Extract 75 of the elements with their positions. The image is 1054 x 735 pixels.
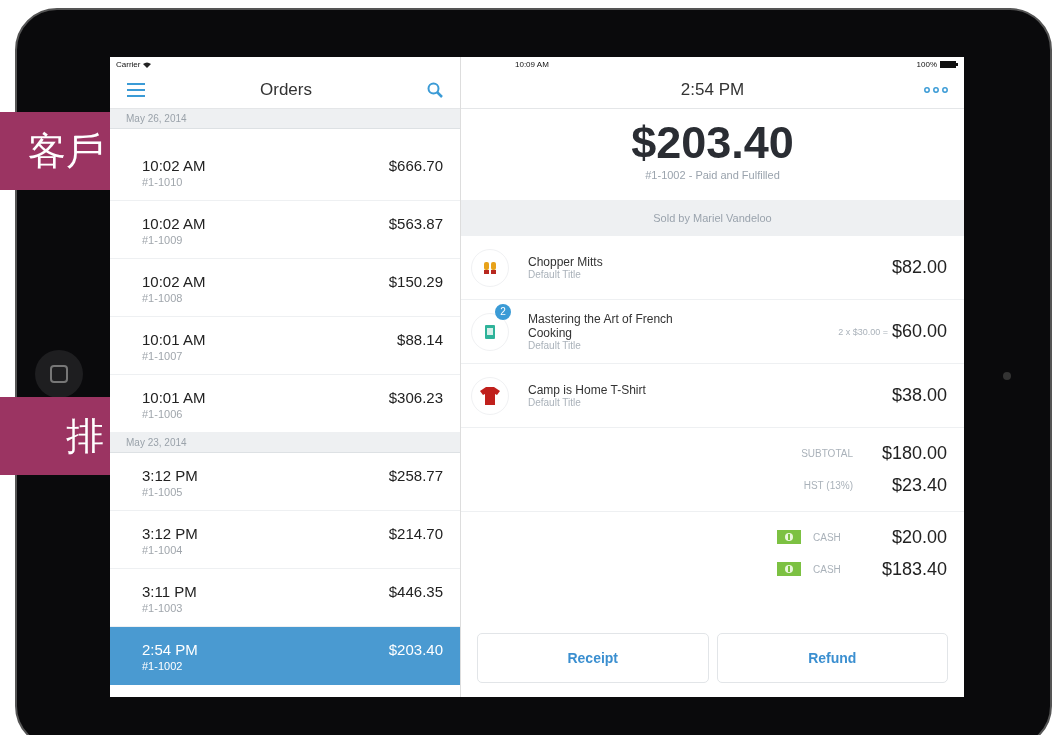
pane-title: 2:54 PM — [680, 80, 745, 100]
item-price: $82.00 — [891, 257, 947, 278]
total-label: SUBTOTAL — [800, 447, 853, 459]
order-time: 3:12 PM — [142, 467, 198, 484]
order-time: 10:02 AM — [142, 215, 206, 232]
total-amount: $180.00 — [880, 442, 947, 464]
order-amount: $563.87 — [388, 215, 443, 234]
payment-amount: $183.40 — [880, 558, 947, 580]
item-price: $60.00 — [891, 321, 947, 342]
battery-label: 100% — [916, 60, 937, 69]
t-shirt-icon — [480, 386, 500, 405]
order-row[interactable]: 3:12 PM #1-1005 $258.77 — [110, 453, 460, 511]
order-amount: $306.23 — [388, 389, 443, 408]
total-label: HST (13%) — [802, 479, 853, 491]
item-variant: Default Title — [528, 269, 582, 280]
carrier-label: Carrier — [116, 60, 141, 69]
order-number: #1-1008 — [142, 292, 184, 304]
item-name: Camp is Home T-Shirt — [528, 383, 647, 397]
order-time: 10:01 AM — [142, 331, 206, 348]
quantity-badge: 2 — [495, 303, 511, 320]
pane-title: Orders — [260, 80, 312, 100]
order-time: 3:12 PM — [142, 525, 198, 542]
order-amount: $446.35 — [388, 583, 443, 602]
item-variant: Default Title — [528, 397, 582, 408]
order-number: #1-1005 — [142, 486, 184, 498]
order-time: 10:02 AM — [142, 157, 206, 174]
order-number: #1-1007 — [142, 350, 184, 362]
search-icon[interactable] — [427, 82, 443, 98]
callout-label: 客戶 — [0, 112, 110, 190]
order-amount: $258.77 — [388, 467, 443, 486]
menu-icon[interactable] — [127, 83, 145, 97]
status-time: 10:09 AM — [515, 60, 549, 69]
order-total: $203.40 — [631, 117, 794, 169]
order-amount: $150.29 — [388, 273, 443, 292]
item-price: $38.00 — [891, 385, 947, 406]
book-icon — [485, 324, 495, 339]
order-number: #1-1006 — [142, 408, 184, 420]
order-number: #1-1009 — [142, 234, 184, 246]
order-number: #1-1004 — [142, 544, 184, 556]
more-icon[interactable] — [924, 87, 948, 93]
order-row[interactable]: 10:01 AM #1-1007 $88.14 — [110, 317, 460, 375]
callout-label: 排 — [0, 397, 110, 475]
cash-icon — [777, 530, 801, 544]
cash-icon — [777, 562, 801, 576]
order-number: #1-1002 — [142, 660, 184, 672]
payment-method: CASH — [813, 563, 842, 575]
date-header: May 26, 2014 — [110, 109, 460, 129]
order-amount: $203.40 — [388, 641, 443, 660]
battery-icon — [940, 61, 958, 68]
item-variant: Default Title — [528, 340, 582, 351]
item-name: Mastering the Art of French Cooking — [528, 312, 674, 340]
order-time: 10:02 AM — [142, 273, 206, 290]
order-time: 10:01 AM — [142, 389, 206, 406]
order-amount: $214.70 — [388, 525, 443, 544]
sold-by-bar: Sold by Mariel Vandeloo — [461, 200, 964, 236]
payment-method: CASH — [813, 531, 842, 543]
wifi-icon — [143, 61, 152, 68]
order-row[interactable]: 3:12 PM #1-1004 $214.70 — [110, 511, 460, 569]
total-amount: $23.40 — [890, 474, 947, 496]
order-amount: $88.14 — [397, 331, 443, 350]
order-number: #1-1010 — [142, 176, 184, 188]
camera-icon — [1003, 372, 1011, 380]
order-row[interactable]: 10:02 AM #1-1008 $150.29 — [110, 259, 460, 317]
order-time: 2:54 PM — [142, 641, 198, 658]
order-number: #1-1003 — [142, 602, 184, 614]
payment-amount: $20.00 — [890, 526, 947, 548]
home-button[interactable] — [35, 350, 83, 398]
mitts-icon — [483, 261, 497, 274]
unit-price-note: 2 x $30.00 = — [838, 326, 888, 337]
order-time: 3:11 PM — [142, 583, 197, 600]
item-name: Chopper Mitts — [528, 255, 604, 269]
order-row[interactable]: 10:02 AM #1-1009 $563.87 — [110, 201, 460, 259]
order-amount: $666.70 — [388, 157, 443, 176]
date-header: May 23, 2014 — [110, 433, 460, 453]
order-status: #1-1002 - Paid and Fulfilled — [645, 169, 780, 181]
